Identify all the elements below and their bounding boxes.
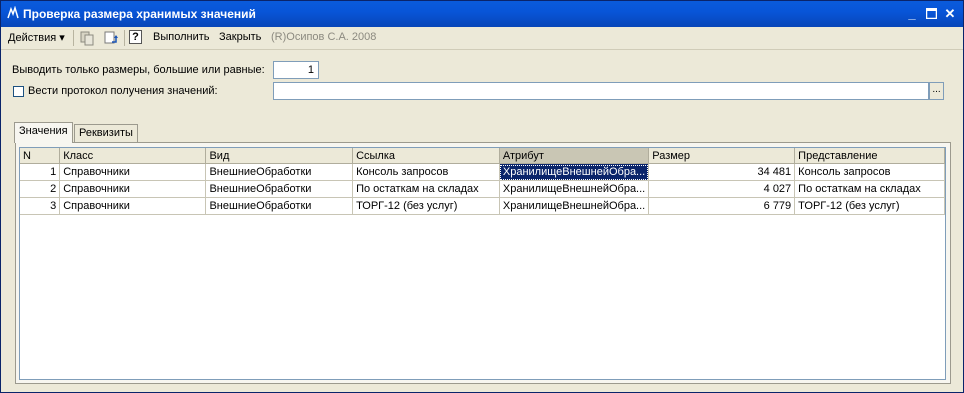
execute-button[interactable]: Выполнить xyxy=(153,31,209,43)
cell-size[interactable]: 4 027 xyxy=(648,180,796,198)
cell-class[interactable]: Справочники xyxy=(59,180,207,198)
column-header-class[interactable]: Класс xyxy=(59,148,207,164)
column-header-size[interactable]: Размер xyxy=(648,148,796,164)
column-header-ref[interactable]: Ссылка xyxy=(352,148,500,164)
column-header-presentation[interactable]: Представление xyxy=(794,148,945,164)
form-icon xyxy=(6,5,20,20)
actions-menu[interactable]: Действия ▾ xyxy=(8,31,65,44)
main-window: Проверка размера хранимых значений _ ✕ Д… xyxy=(0,0,964,393)
log-label: Вести протокол получения значений: xyxy=(28,85,218,97)
cell-kind[interactable]: ВнешниеОбработки xyxy=(205,197,354,215)
log-checkbox[interactable] xyxy=(13,86,24,97)
min-size-field[interactable]: 1 xyxy=(273,61,319,79)
toolbar-separator xyxy=(73,30,74,46)
minimize-icon[interactable]: _ xyxy=(904,6,920,21)
table-row[interactable]: 2 Справочники ВнешниеОбработки По остатк… xyxy=(20,180,945,198)
values-table[interactable]: N Класс Вид Ссылка Атрибут Размер Предст… xyxy=(19,147,946,380)
cell-ref[interactable]: Консоль запросов xyxy=(352,163,500,181)
cell-n[interactable]: 3 xyxy=(20,197,61,215)
table-row[interactable]: 1 Справочники ВнешниеОбработки Консоль з… xyxy=(20,163,945,181)
table-header: N Класс Вид Ссылка Атрибут Размер Предст… xyxy=(20,148,945,164)
help-icon[interactable]: ? xyxy=(129,30,142,44)
column-header-kind[interactable]: Вид xyxy=(205,148,354,164)
toolbar-separator xyxy=(124,30,125,46)
browse-button[interactable]: ... xyxy=(929,82,944,100)
cell-class[interactable]: Справочники xyxy=(59,163,207,181)
column-header-attribute[interactable]: Атрибут xyxy=(499,148,650,164)
cell-n[interactable]: 2 xyxy=(20,180,61,198)
cell-size[interactable]: 6 779 xyxy=(648,197,796,215)
close-icon[interactable]: ✕ xyxy=(942,6,958,21)
cell-attribute[interactable]: ХранилищеВнешнейОбра... xyxy=(499,180,650,198)
close-button[interactable]: Закрыть xyxy=(219,31,261,43)
toolbar: Действия ▾ ? Выполнить Закрыть (R)Осипов… xyxy=(1,27,963,50)
tab-attributes[interactable]: Реквизиты xyxy=(74,124,138,142)
cell-presentation[interactable]: ТОРГ-12 (без услуг) xyxy=(794,197,945,215)
cell-ref[interactable]: ТОРГ-12 (без услуг) xyxy=(352,197,500,215)
cell-presentation[interactable]: По остаткам на складах xyxy=(794,180,945,198)
cell-size[interactable]: 34 481 xyxy=(648,163,796,181)
title-bar[interactable]: Проверка размера хранимых значений _ ✕ xyxy=(1,1,963,27)
table-row[interactable]: 3 Справочники ВнешниеОбработки ТОРГ-12 (… xyxy=(20,197,945,215)
cell-attribute[interactable]: ХранилищеВнешнейОбра... xyxy=(499,163,650,181)
tab-values[interactable]: Значения xyxy=(14,122,73,143)
log-path-field[interactable] xyxy=(273,82,929,100)
cell-class[interactable]: Справочники xyxy=(59,197,207,215)
cell-n[interactable]: 1 xyxy=(20,163,61,181)
window-title: Проверка размера хранимых значений xyxy=(23,7,256,21)
cell-presentation[interactable]: Консоль запросов xyxy=(794,163,945,181)
copyright-label: (R)Осипов С.А. 2008 xyxy=(271,31,377,43)
cell-kind[interactable]: ВнешниеОбработки xyxy=(205,163,354,181)
copy-icon[interactable] xyxy=(79,30,95,46)
refresh-icon[interactable] xyxy=(103,30,119,46)
cell-attribute[interactable]: ХранилищеВнешнейОбра... xyxy=(499,197,650,215)
cell-ref[interactable]: По остаткам на складах xyxy=(352,180,500,198)
column-header-n[interactable]: N xyxy=(20,148,61,164)
min-size-label: Выводить только размеры, большие или рав… xyxy=(12,64,265,76)
cell-kind[interactable]: ВнешниеОбработки xyxy=(205,180,354,198)
maximize-icon[interactable] xyxy=(923,6,939,21)
